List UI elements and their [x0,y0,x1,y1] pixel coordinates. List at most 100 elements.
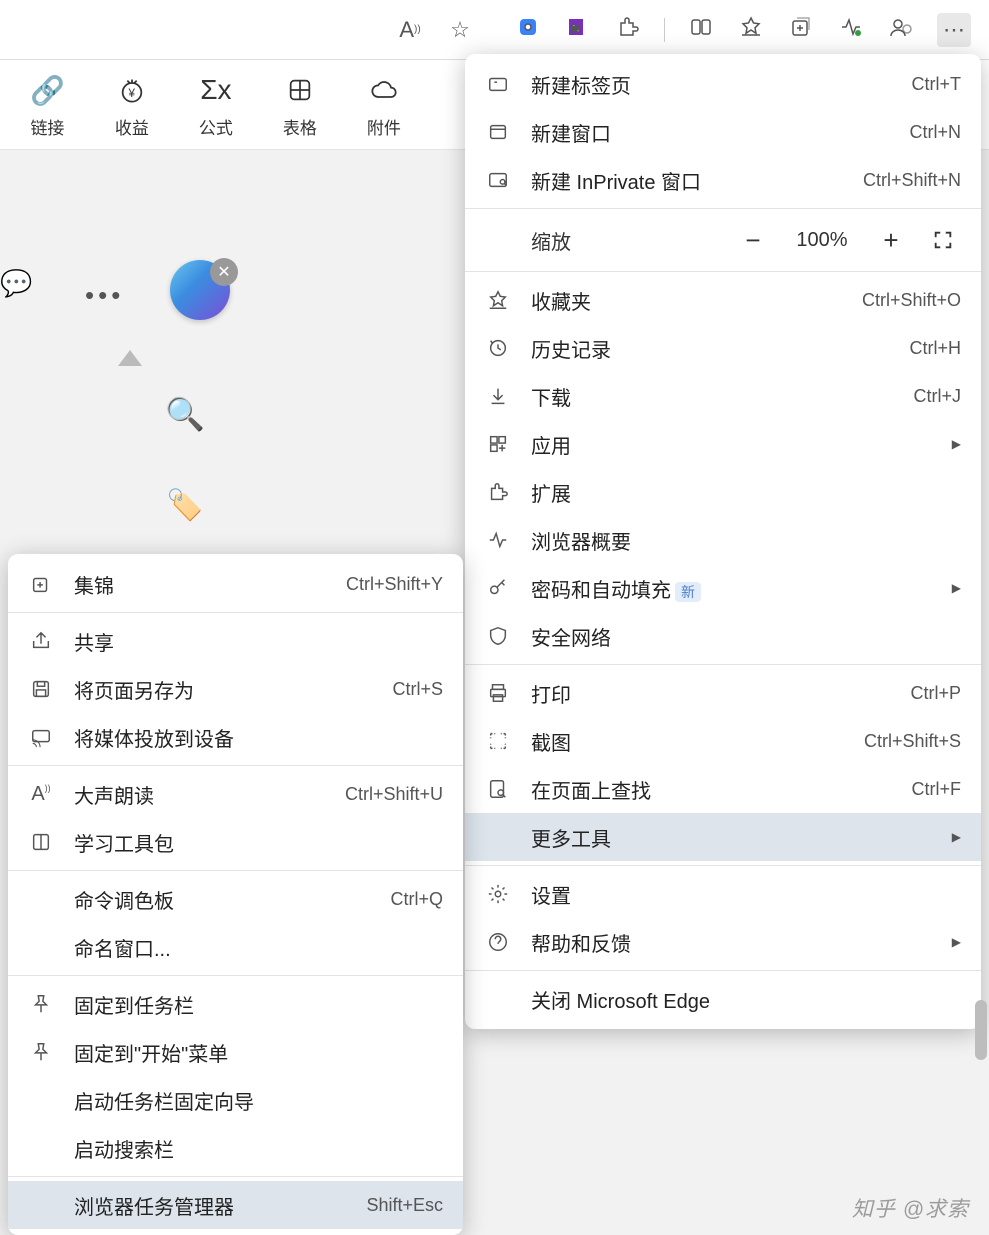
print-shortcut: Ctrl+P [910,683,961,704]
menu-new-window[interactable]: 新建窗口Ctrl+N [465,108,981,156]
submenu-pin-taskbar[interactable]: 固定到任务栏 [8,980,463,1028]
audio-icon: A)) [28,783,54,806]
split-screen-icon[interactable] [687,13,715,41]
menu-settings[interactable]: 设置 [465,870,981,918]
zoom-value: 100% [787,229,857,252]
collections-shortcut: Ctrl+Shift+Y [346,574,443,595]
read-aloud-icon[interactable]: A)) [396,16,424,44]
submenu-share[interactable]: 共享 [8,617,463,665]
inprivate-shortcut: Ctrl+Shift+N [863,170,961,191]
submenu-launch-taskbar-wizard[interactable]: 启动任务栏固定向导 [8,1076,463,1124]
menu-more-tools[interactable]: 更多工具▶ [465,813,981,861]
menu-find[interactable]: 在页面上查找Ctrl+F [465,765,981,813]
tag-icon[interactable]: 🏷️ [166,488,203,523]
scrollbar-thumb[interactable] [975,1000,987,1060]
passwords-label: 密码和自动填充新 [531,574,932,603]
menu-new-inprivate[interactable]: 新建 InPrivate 窗口Ctrl+Shift+N [465,156,981,204]
formula-button[interactable]: Σx 公式 [199,74,233,149]
submenu-learning-tools[interactable]: 学习工具包 [8,818,463,866]
table-button[interactable]: 表格 [283,74,317,149]
name-window-label: 命名窗口... [74,933,443,962]
submenu-command-palette[interactable]: 命令调色板Ctrl+Q [8,875,463,923]
menu-downloads[interactable]: 下载Ctrl+J [465,372,981,420]
favorites-bar-icon[interactable] [737,13,765,41]
menu-screenshot[interactable]: 截图Ctrl+Shift+S [465,717,981,765]
profile-icon[interactable] [887,13,915,41]
gear-icon [485,883,511,905]
share-icon [28,630,54,652]
puzzle-icon[interactable] [614,13,642,41]
menu-secure-network[interactable]: 安全网络 [465,612,981,660]
menu-history[interactable]: 历史记录 Ctrl+H [465,324,981,372]
svg-text:¥: ¥ [127,87,135,100]
sigma-icon: Σx [200,74,231,106]
table-label: 表格 [283,114,317,139]
pin-icon [28,993,54,1015]
taskbar-wizard-label: 启动任务栏固定向导 [74,1086,443,1115]
chat-icon[interactable]: 💬 [0,268,40,304]
read-aloud-shortcut: Ctrl+Shift+U [345,784,443,805]
collections-label: 集锦 [74,570,326,599]
history-shortcut: Ctrl+H [909,338,961,359]
link-icon: 🔗 [30,74,65,106]
key-icon [485,577,511,599]
close-icon[interactable]: ✕ [210,258,238,286]
revenue-button[interactable]: ¥ 收益 [115,74,149,149]
cast-label: 将媒体投放到设备 [74,723,443,752]
apps-icon [485,433,511,455]
history-label: 历史记录 [531,334,889,363]
menu-favorites[interactable]: 收藏夹 Ctrl+Shift+O [465,276,981,324]
submenu-launch-searchbar[interactable]: 启动搜索栏 [8,1124,463,1172]
menu-apps[interactable]: 应用▶ [465,420,981,468]
dots-icon[interactable]: ••• [85,280,124,311]
collections-icon[interactable] [787,13,815,41]
menu-print[interactable]: 打印Ctrl+P [465,669,981,717]
submenu-collections[interactable]: 集锦 Ctrl+Shift+Y [8,560,463,608]
menu-passwords[interactable]: 密码和自动填充新 ▶ [465,564,981,612]
favorites-shortcut: Ctrl+Shift+O [862,290,961,311]
screenshot-icon [485,730,511,752]
menu-help[interactable]: 帮助和反馈▶ [465,918,981,966]
menu-close-edge[interactable]: 关闭 Microsoft Edge [465,975,981,1023]
more-tools-label: 更多工具 [531,823,932,852]
submenu-cast[interactable]: 将媒体投放到设备 [8,713,463,761]
collapse-icon[interactable] [118,350,142,366]
submenu-save-as[interactable]: 将页面另存为Ctrl+S [8,665,463,713]
new-window-label: 新建窗口 [531,118,889,147]
secure-label: 安全网络 [531,622,961,651]
zoom-out-button[interactable]: − [735,222,771,258]
menu-extensions[interactable]: 扩展 [465,468,981,516]
pulse-icon [485,529,511,551]
revenue-label: 收益 [115,114,149,139]
extensions-label: 扩展 [531,478,961,507]
searchbar-label: 启动搜索栏 [74,1134,443,1163]
attachment-label: 附件 [367,114,401,139]
browser-toolbar: A)) ☆ N ⋯ [0,0,989,60]
attachment-button[interactable]: 附件 [367,74,401,149]
fullscreen-button[interactable] [925,222,961,258]
formula-label: 公式 [199,114,233,139]
pin-taskbar-label: 固定到任务栏 [74,990,443,1019]
more-menu-button[interactable]: ⋯ [937,13,971,47]
caret-icon: ▶ [952,935,961,949]
downloads-label: 下载 [531,382,893,411]
performance-icon[interactable] [837,13,865,41]
search-icon[interactable]: 🔍 [165,395,205,433]
submenu-task-manager[interactable]: 浏览器任务管理器Shift+Esc [8,1181,463,1229]
find-label: 在页面上查找 [531,775,892,804]
caret-icon: ▶ [952,581,961,595]
menu-new-tab[interactable]: 新建标签页Ctrl+T [465,60,981,108]
onenote-icon[interactable]: N [564,13,592,41]
favorite-star-icon[interactable]: ☆ [446,16,474,44]
money-icon: ¥ [118,74,146,106]
menu-browser-essentials[interactable]: 浏览器概要 [465,516,981,564]
cast-icon [28,726,54,748]
submenu-pin-start[interactable]: 固定到"开始"菜单 [8,1028,463,1076]
favorites-label: 收藏夹 [531,286,842,315]
link-button[interactable]: 🔗链接 [30,74,65,149]
copilot-icon[interactable] [514,13,542,41]
zoom-row: 缩放 − 100% + [465,213,981,267]
submenu-read-aloud[interactable]: A))大声朗读Ctrl+Shift+U [8,770,463,818]
submenu-name-window[interactable]: 命名窗口... [8,923,463,971]
zoom-in-button[interactable]: + [873,222,909,258]
